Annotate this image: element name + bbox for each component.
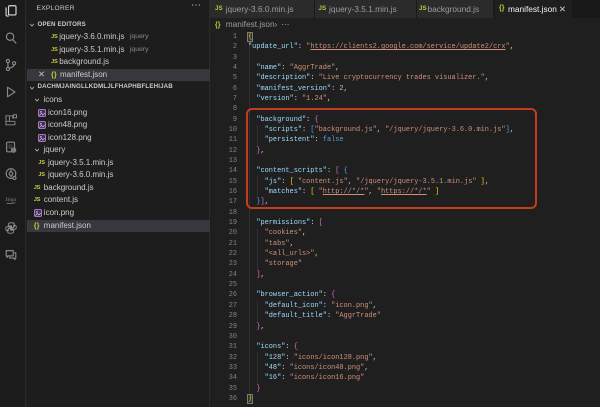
svg-text:Jinja: Jinja xyxy=(5,197,17,203)
